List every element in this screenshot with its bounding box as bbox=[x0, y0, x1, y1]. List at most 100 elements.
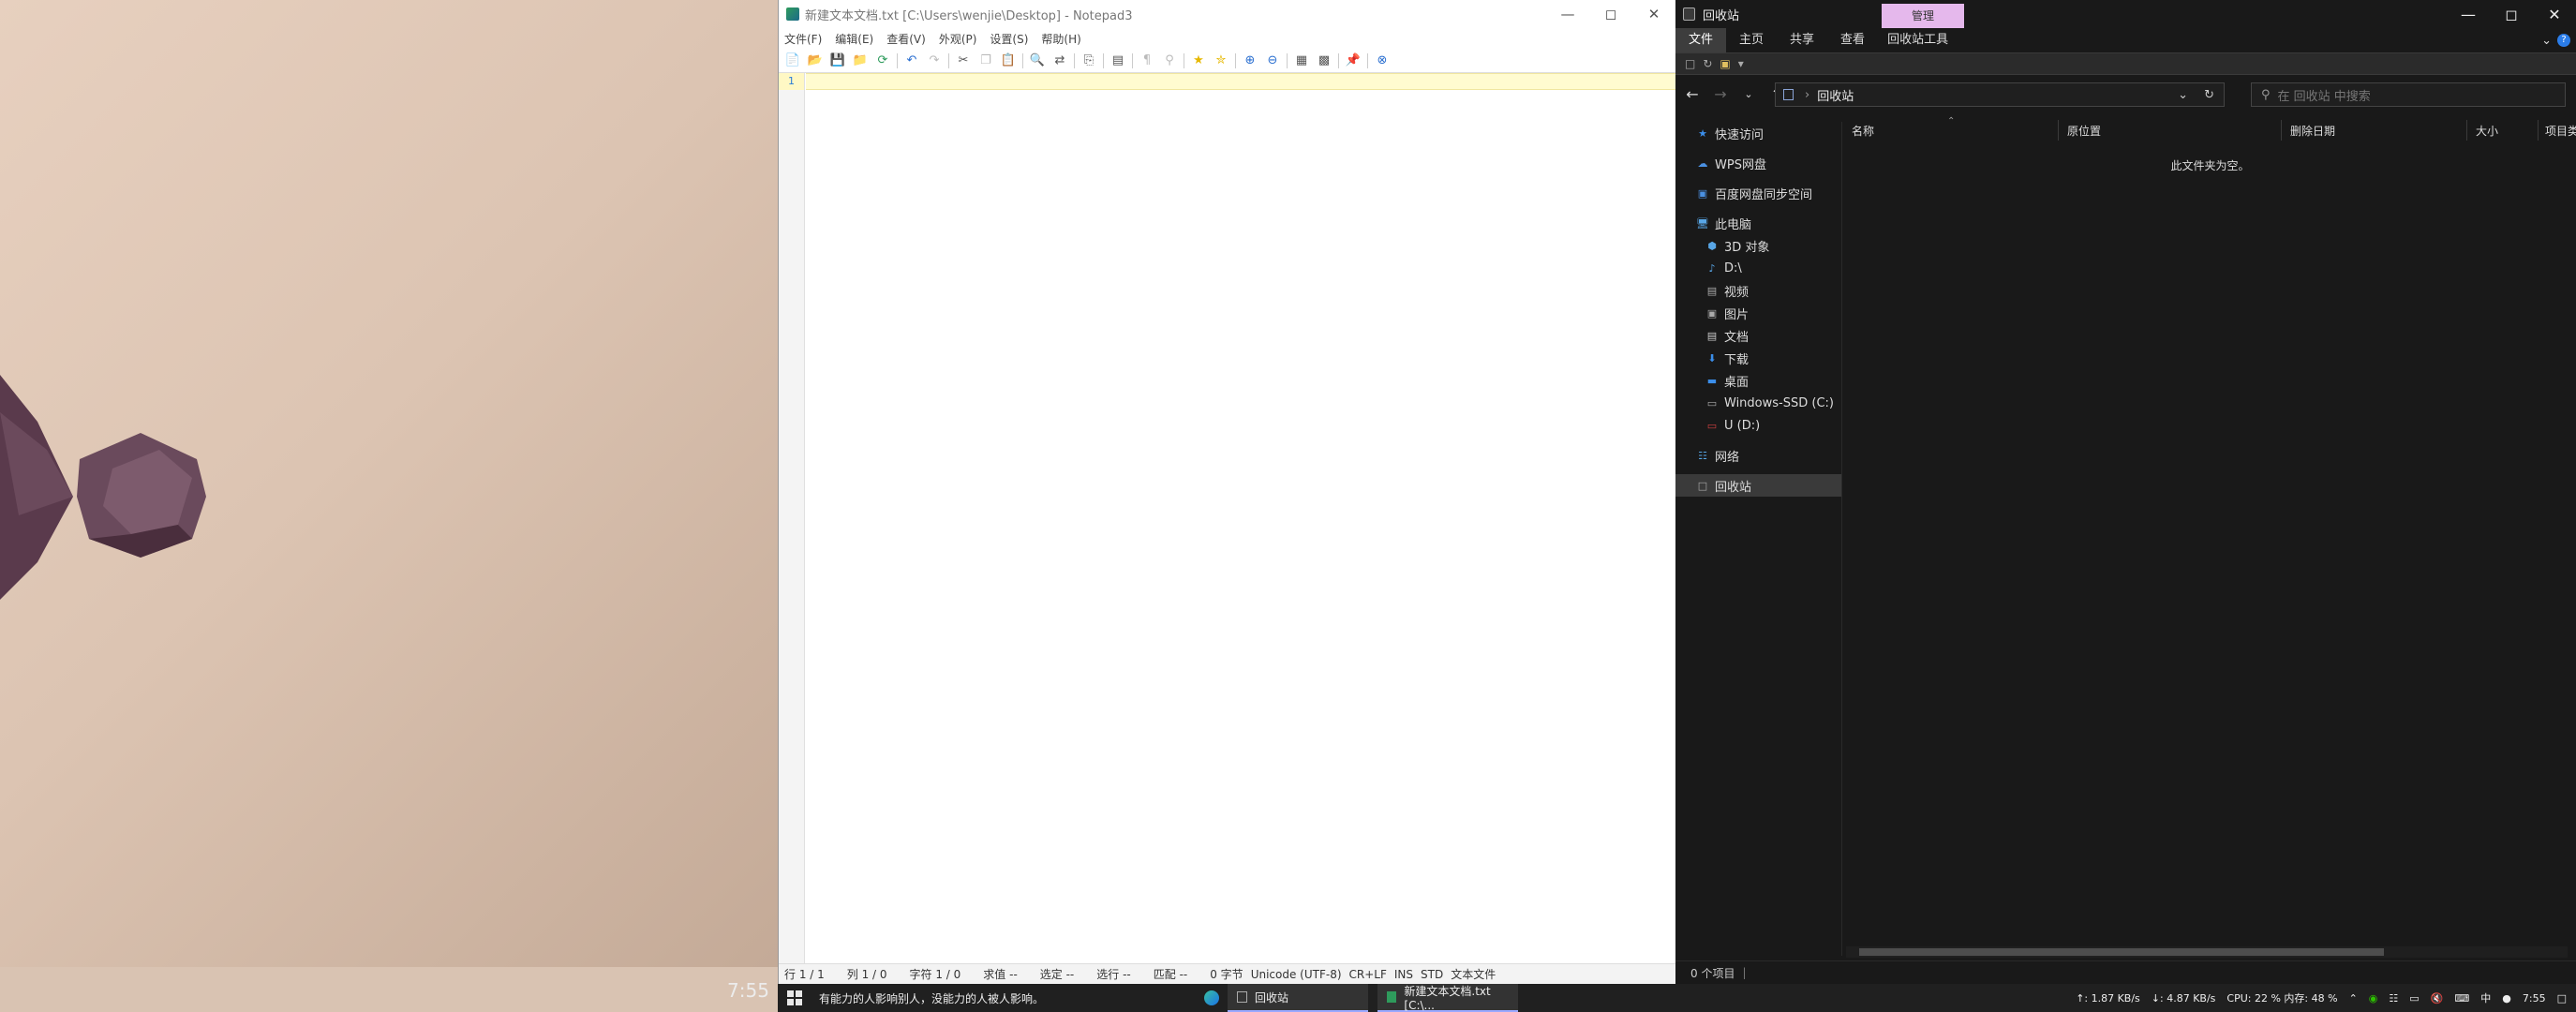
sidebar-item-wps[interactable]: ☁ WPS网盘 bbox=[1675, 152, 1841, 174]
tray-clock[interactable]: 7:55 bbox=[2523, 992, 2546, 1005]
ime-indicator[interactable]: 中 bbox=[2480, 990, 2491, 1005]
show-hidden-icons-icon[interactable]: ⌃ bbox=[2349, 992, 2358, 1005]
undo-icon[interactable]: ↻ bbox=[1703, 57, 1712, 70]
windows-start-icon[interactable] bbox=[787, 990, 802, 1005]
menu-file[interactable]: 文件(F) bbox=[784, 31, 822, 47]
manage-tab[interactable]: 管理 bbox=[1882, 4, 1964, 28]
tab-home[interactable]: 主页 bbox=[1726, 28, 1777, 52]
cut-icon[interactable]: ✂ bbox=[955, 52, 972, 69]
browse-icon[interactable]: ⟳ bbox=[874, 52, 891, 69]
ime-mode-icon[interactable]: ● bbox=[2502, 992, 2511, 1005]
status-col[interactable]: 列 1 / 0 bbox=[847, 966, 887, 982]
close-button[interactable]: ✕ bbox=[2533, 6, 2576, 23]
status-std[interactable]: STD bbox=[1421, 968, 1443, 981]
taskbar-app-explorer[interactable]: 回收站 bbox=[1228, 984, 1368, 1012]
column-divider[interactable] bbox=[2281, 120, 2282, 141]
column-date-deleted[interactable]: 删除日期 bbox=[2290, 123, 2335, 139]
schemes-icon[interactable]: ▦ bbox=[1293, 52, 1310, 69]
save-icon[interactable]: 💾 bbox=[829, 52, 846, 69]
tab-file[interactable]: 文件 bbox=[1675, 28, 1727, 52]
scrollbar-thumb[interactable] bbox=[1859, 948, 2384, 956]
column-divider[interactable] bbox=[2058, 120, 2059, 141]
column-size[interactable]: 大小 bbox=[2476, 123, 2498, 139]
address-bar[interactable]: › 回收站 ⌄ ↻ bbox=[1775, 82, 2225, 107]
status-bytes[interactable]: 0 字节 bbox=[1210, 966, 1243, 982]
sidebar-item-recycle-bin[interactable]: □ 回收站 bbox=[1675, 474, 1841, 497]
sidebar-item-this-pc[interactable]: 🖥 此电脑 bbox=[1675, 212, 1841, 234]
address-dropdown-icon[interactable]: ⌄ bbox=[2178, 88, 2188, 102]
status-selection[interactable]: 选定 -- bbox=[1040, 966, 1074, 982]
redo-icon[interactable]: ↷ bbox=[926, 52, 943, 69]
volume-muted-icon[interactable]: 🔇 bbox=[2431, 992, 2444, 1005]
open-folder-icon[interactable]: 📂 bbox=[807, 52, 824, 69]
find-icon[interactable]: 🔍 bbox=[1029, 52, 1046, 69]
copy-icon[interactable]: ❐ bbox=[977, 52, 994, 69]
breadcrumb-recycle-bin[interactable]: 回收站 bbox=[1817, 86, 1854, 104]
menu-help[interactable]: 帮助(H) bbox=[1041, 31, 1080, 47]
sidebar-item-network[interactable]: ☷ 网络 bbox=[1675, 444, 1841, 467]
status-row[interactable]: 行 1 / 1 bbox=[784, 966, 825, 982]
minimize-button[interactable]: — bbox=[1546, 6, 1589, 22]
breadcrumb-chevron-icon[interactable]: › bbox=[1805, 88, 1809, 102]
close-button[interactable]: ✕ bbox=[1632, 6, 1675, 22]
keyboard-icon[interactable]: ⌨ bbox=[2454, 992, 2469, 1005]
forward-arrow-icon[interactable]: → bbox=[1711, 85, 1730, 103]
bookmark-icon[interactable]: ★ bbox=[1190, 52, 1207, 69]
tab-recycle-tools[interactable]: 回收站工具 bbox=[1878, 28, 1961, 52]
ribbon-expand-icon[interactable]: ⌄ bbox=[2541, 34, 2557, 48]
tab-share[interactable]: 共享 bbox=[1777, 28, 1827, 52]
battery-icon[interactable]: ▭ bbox=[2409, 992, 2419, 1005]
zoom-in-icon[interactable]: ⊕ bbox=[1242, 52, 1258, 69]
back-arrow-icon[interactable]: ← bbox=[1683, 85, 1702, 103]
maximize-button[interactable]: ◻ bbox=[2490, 6, 2533, 23]
sidebar-item-3d-objects[interactable]: ⬢ 3D 对象 bbox=[1675, 234, 1841, 257]
recent-locations-icon[interactable]: ⌄ bbox=[1739, 88, 1758, 100]
status-eol[interactable]: CR+LF bbox=[1349, 968, 1387, 981]
minimize-button[interactable]: — bbox=[2447, 6, 2490, 23]
column-divider[interactable] bbox=[2466, 120, 2467, 141]
new-folder-icon[interactable]: ▣ bbox=[1720, 57, 1730, 70]
whitespace-icon[interactable]: ¶ bbox=[1139, 52, 1155, 69]
status-selected-lines[interactable]: 选行 -- bbox=[1096, 966, 1130, 982]
bookmark-add-icon[interactable]: ✮ bbox=[1213, 52, 1229, 69]
sidebar-item-pictures[interactable]: ▣ 图片 bbox=[1675, 302, 1841, 324]
status-eval[interactable]: 求值 -- bbox=[983, 966, 1017, 982]
column-original-location[interactable]: 原位置 bbox=[2067, 123, 2101, 139]
goto-icon[interactable]: ⎘ bbox=[1080, 52, 1097, 69]
sidebar-item-desktop[interactable]: ▬ 桌面 bbox=[1675, 369, 1841, 392]
status-filetype[interactable]: 文本文件 bbox=[1451, 966, 1496, 982]
sidebar-item-baidu[interactable]: ▣ 百度网盘同步空间 bbox=[1675, 182, 1841, 204]
status-match[interactable]: 匹配 -- bbox=[1154, 966, 1187, 982]
sidebar-item-c-drive[interactable]: ▭ Windows-SSD (C:) bbox=[1675, 392, 1841, 414]
column-item-type[interactable]: 项目类型 bbox=[2545, 123, 2576, 139]
edge-browser-icon[interactable] bbox=[1204, 990, 1219, 1005]
replace-icon[interactable]: ⇄ bbox=[1051, 52, 1068, 69]
customize-icon[interactable]: ▩ bbox=[1316, 52, 1333, 69]
tab-view[interactable]: 查看 bbox=[1827, 28, 1878, 52]
menu-appearance[interactable]: 外观(P) bbox=[939, 31, 977, 47]
maximize-button[interactable]: ◻ bbox=[1589, 6, 1632, 22]
sidebar-item-videos[interactable]: ▤ 视频 bbox=[1675, 279, 1841, 302]
column-divider[interactable] bbox=[2538, 120, 2539, 141]
horizontal-scrollbar[interactable] bbox=[1846, 946, 2568, 958]
menu-settings[interactable]: 设置(S) bbox=[990, 31, 1028, 47]
text-area[interactable] bbox=[806, 73, 1675, 963]
sidebar-item-d-drive[interactable]: ♪ D:\ bbox=[1675, 257, 1841, 279]
title-bar[interactable]: 新建文本文档.txt [C:\Users\wenjie\Desktop] - N… bbox=[779, 0, 1675, 28]
refresh-icon[interactable]: ↻ bbox=[2204, 88, 2214, 102]
status-char[interactable]: 字符 1 / 0 bbox=[910, 966, 961, 982]
editor-area[interactable]: 1 bbox=[779, 73, 1675, 963]
notification-center-icon[interactable]: □ bbox=[2557, 992, 2567, 1005]
status-encoding[interactable]: Unicode (UTF-8) bbox=[1251, 968, 1342, 981]
sidebar-item-downloads[interactable]: ⬇ 下载 bbox=[1675, 347, 1841, 369]
title-bar[interactable]: 回收站 管理 — ◻ ✕ bbox=[1675, 0, 2576, 28]
menu-edit[interactable]: 编辑(E) bbox=[835, 31, 873, 47]
sidebar-item-quick-access[interactable]: ★ 快速访问 bbox=[1675, 122, 1841, 144]
sidebar-item-documents[interactable]: ▤ 文档 bbox=[1675, 324, 1841, 347]
status-ins[interactable]: INS bbox=[1394, 968, 1413, 981]
undo-icon[interactable]: ↶ bbox=[903, 52, 920, 69]
wordwrap-icon[interactable]: ▤ bbox=[1109, 52, 1126, 69]
exit-icon[interactable]: ⊗ bbox=[1374, 52, 1391, 69]
new-file-icon[interactable]: 📄 bbox=[784, 52, 801, 69]
pin-icon[interactable]: 📌 bbox=[1345, 52, 1362, 69]
